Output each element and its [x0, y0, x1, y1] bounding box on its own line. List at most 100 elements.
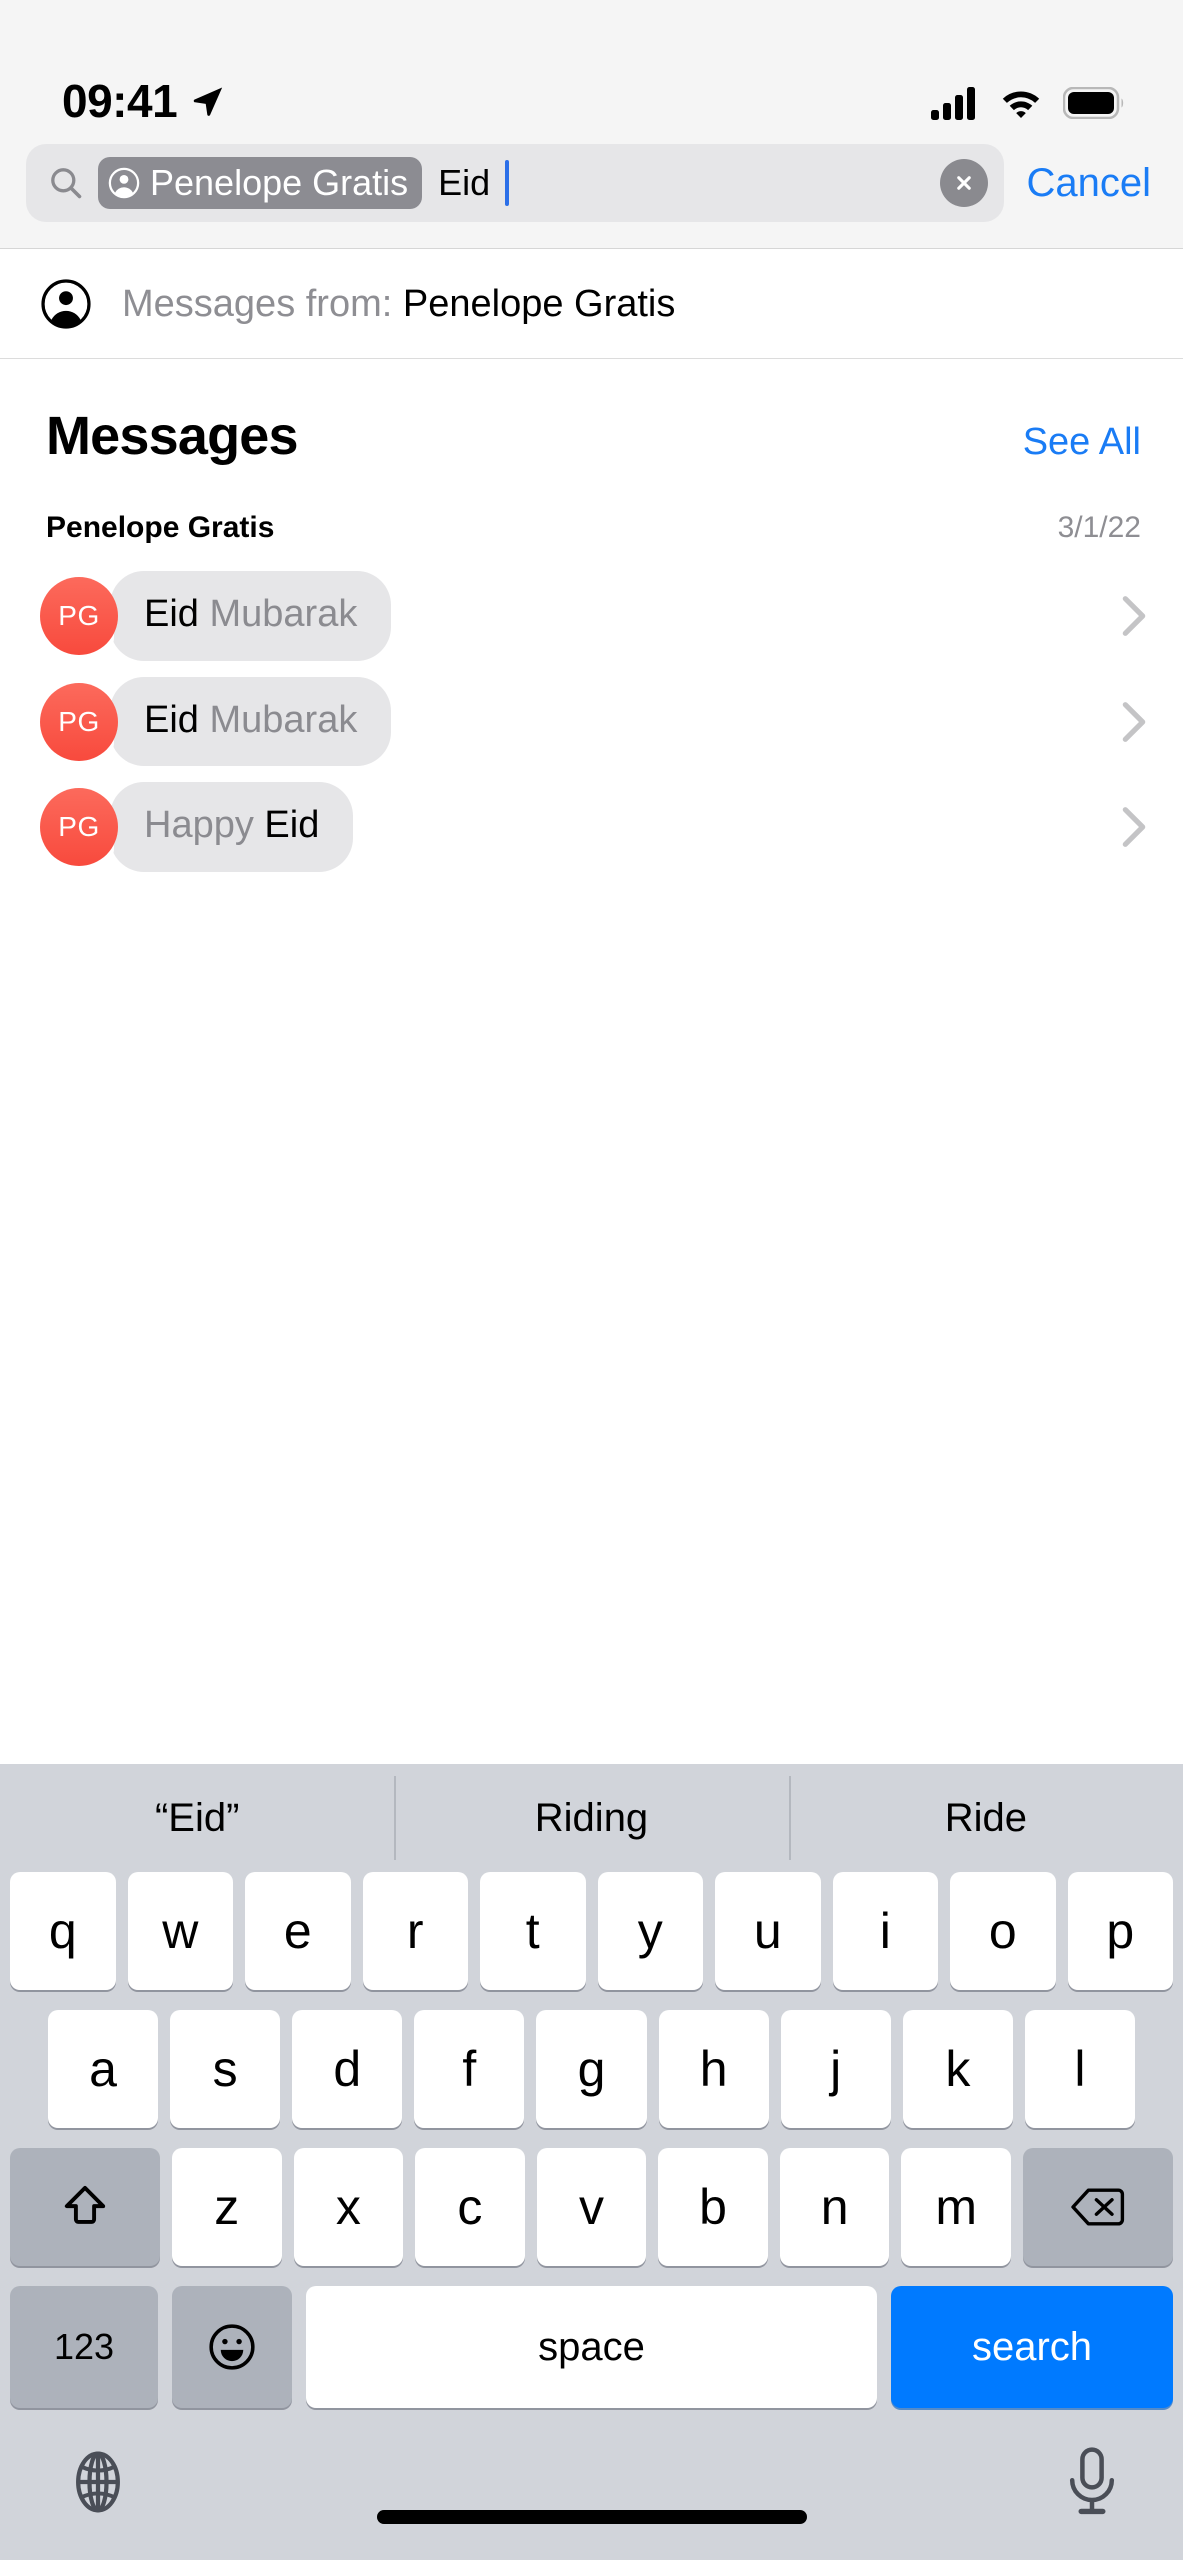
key-z[interactable]: z [171, 2148, 282, 2266]
home-indicator [376, 2510, 807, 2524]
conversation-name: Penelope Gratis [46, 511, 275, 544]
delete-backspace-icon [1071, 2188, 1125, 2226]
text-cursor [505, 160, 510, 206]
backspace-key[interactable] [1023, 2148, 1174, 2266]
status-bar-left: 09:41 [62, 78, 225, 124]
avatar: PG [40, 576, 118, 655]
suggestion-text: Messages from: Penelope Gratis [122, 285, 675, 323]
key-o[interactable]: o [950, 1872, 1056, 1990]
key-y[interactable]: y [597, 1872, 703, 1990]
key-c[interactable]: c [415, 2148, 525, 2266]
message-match-text: Eid [144, 698, 199, 741]
search-input[interactable]: Penelope Gratis Eid [26, 144, 1005, 222]
key-u[interactable]: u [715, 1872, 821, 1990]
key-q[interactable]: q [10, 1872, 116, 1990]
table-row[interactable]: PG Eid Mubarak [0, 563, 1183, 669]
key-r[interactable]: r [362, 1872, 468, 1990]
search-bar: Penelope Gratis Eid Cancel [0, 138, 1183, 249]
emoji-smiley-icon [209, 2324, 255, 2370]
chevron-right-icon [1122, 807, 1146, 848]
clear-circle-icon [957, 176, 972, 190]
table-row[interactable]: PG Happy Eid [0, 774, 1183, 880]
page-title: Messages [46, 406, 299, 466]
message-bubble: Eid Mubarak [87, 571, 392, 661]
status-bar-clock: 09:41 [62, 75, 178, 127]
message-bubble: Eid Mubarak [87, 676, 392, 767]
battery-full-icon [1063, 87, 1124, 119]
suggestion-value: Penelope Gratis [402, 282, 676, 325]
clear-search-button[interactable] [940, 159, 989, 207]
prediction-0[interactable]: “Eid” [0, 1798, 394, 1838]
location-arrow-icon [193, 87, 223, 116]
iphone-screen: 09:41 Penelope Gratis Eid Cancel Message… [0, 0, 1183, 2560]
message-bubble-wrap: Happy Eid [87, 782, 354, 873]
key-e[interactable]: e [245, 1872, 351, 1990]
message-match-text: Eid [264, 804, 320, 847]
shift-key[interactable] [9, 2148, 160, 2266]
keyboard-row-4: 123 space search [0, 2286, 1183, 2408]
messages-section-header: Messages See All [0, 359, 1183, 467]
key-t[interactable]: t [480, 1872, 586, 1990]
status-bar-right [931, 86, 1125, 124]
message-rest-text: Happy [144, 804, 265, 847]
message-rest-text: Mubarak [198, 698, 358, 741]
key-s[interactable]: s [170, 2010, 281, 2128]
key-g[interactable]: g [536, 2010, 647, 2128]
emoji-key[interactable] [172, 2286, 292, 2408]
table-row[interactable]: PG Eid Mubarak [0, 669, 1183, 775]
key-a[interactable]: a [48, 2010, 159, 2128]
keyboard-row-3: z x c v b n m [0, 2148, 1183, 2266]
key-w[interactable]: w [127, 1872, 233, 1990]
person-circle-icon [41, 278, 91, 329]
globe-icon [76, 2451, 120, 2512]
cellular-bars-icon [931, 87, 975, 120]
key-i[interactable]: i [832, 1872, 938, 1990]
message-match-text: Eid [144, 593, 199, 635]
globe-key[interactable] [64, 2448, 132, 2521]
key-x[interactable]: x [293, 2148, 404, 2266]
message-bubble-wrap: Eid Mubarak [87, 571, 392, 661]
chevron-right-icon [1122, 595, 1146, 636]
person-circle-icon [108, 167, 140, 199]
keyboard-bottom-bar [0, 2408, 1183, 2560]
search-icon [51, 168, 82, 199]
key-m[interactable]: m [901, 2148, 1012, 2266]
search-key[interactable]: search [891, 2286, 1173, 2408]
key-v[interactable]: v [536, 2148, 647, 2266]
predictive-text-bar: “Eid” Riding Ride [0, 1764, 1183, 1872]
prediction-1[interactable]: Riding [394, 1776, 788, 1860]
dictation-key[interactable] [1065, 2446, 1119, 2523]
microphone-icon [1069, 2446, 1115, 2514]
avatar: PG [40, 788, 118, 867]
search-query-text: Eid [438, 162, 491, 203]
message-result-list: PG Eid Mubarak PG Eid Mubarak PG Happy E… [0, 545, 1183, 880]
search-token-label: Penelope Gratis [150, 162, 409, 203]
prediction-2[interactable]: Ride [788, 1776, 1183, 1860]
conversation-header: Penelope Gratis 3/1/22 [0, 467, 1183, 545]
chevron-right-icon [1122, 701, 1146, 742]
keyboard-row-2: a s d f g h j k l [0, 2010, 1183, 2128]
key-k[interactable]: k [902, 2010, 1013, 2128]
key-p[interactable]: p [1067, 1872, 1173, 1990]
message-bubble-wrap: Eid Mubarak [87, 676, 392, 767]
suggestion-prefix: Messages from: [122, 282, 393, 325]
space-key[interactable]: space [306, 2286, 877, 2408]
search-token-penelope-gratis[interactable]: Penelope Gratis [98, 157, 423, 209]
key-h[interactable]: h [658, 2010, 769, 2128]
keyboard-row-1: q w e r t y u i o p [0, 1872, 1183, 1990]
conversation-date: 3/1/22 [1057, 511, 1141, 544]
suggestion-messages-from[interactable]: Messages from: Penelope Gratis [0, 249, 1183, 359]
message-bubble: Happy Eid [87, 782, 354, 873]
search-results: Messages See All Penelope Gratis 3/1/22 … [0, 359, 1183, 1764]
numbers-key[interactable]: 123 [10, 2286, 158, 2408]
key-d[interactable]: d [292, 2010, 403, 2128]
key-f[interactable]: f [414, 2010, 525, 2128]
see-all-link[interactable]: See All [1023, 421, 1141, 464]
avatar: PG [40, 682, 118, 761]
key-l[interactable]: l [1024, 2010, 1135, 2128]
key-n[interactable]: n [779, 2148, 890, 2266]
message-rest-text: Mubarak [198, 593, 358, 635]
cancel-button[interactable]: Cancel [1020, 161, 1157, 206]
key-b[interactable]: b [658, 2148, 768, 2266]
key-j[interactable]: j [780, 2010, 891, 2128]
